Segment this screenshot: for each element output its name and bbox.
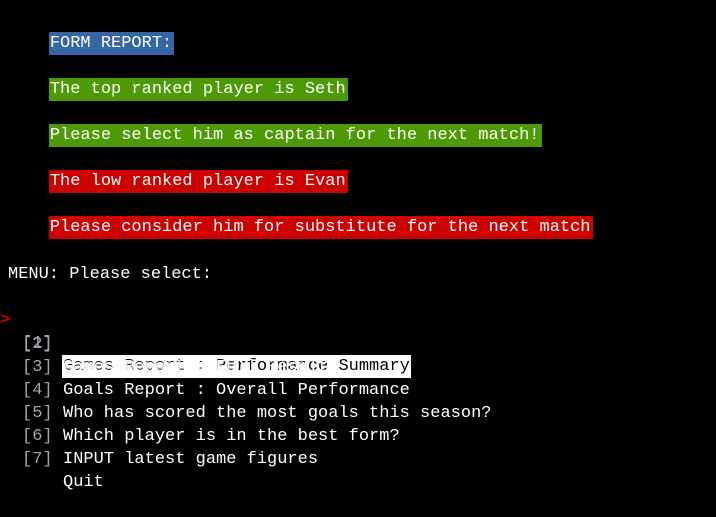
menu-item-quit[interactable]: [7] Quit (0, 425, 104, 492)
menu-item-performance-summary[interactable]: > [1] Games Report : Performance Summary (0, 286, 411, 378)
menu-item-number: [7] (22, 450, 53, 469)
menu-item-label: Quit (63, 473, 104, 492)
low-player-advice: Please consider him for substitute for t… (48, 216, 593, 239)
menu-item-label: Games Report : Full Results (63, 358, 339, 377)
top-player-message: The top ranked player is Seth (48, 78, 348, 101)
menu-item-label: Goals Report : Overall Performance (63, 381, 410, 400)
menu-prompt: MENU: Please select: (8, 265, 213, 284)
low-advice-line: Please consider him for substitute for t… (8, 193, 593, 239)
menu-item-label: Who has scored the most goals this seaso… (63, 404, 492, 423)
menu-item-label: Which player is in the best form? (63, 427, 400, 446)
menu-item-full-results[interactable]: [2] Games Report : Full Results (0, 310, 338, 377)
low-player-message: The low ranked player is Evan (48, 170, 348, 193)
menu-item-label: INPUT latest game figures (63, 450, 319, 469)
form-report-header: FORM REPORT: (48, 32, 175, 55)
menu-item-best-form[interactable]: [5] Which player is in the best form? (0, 379, 400, 446)
low-player-line: The low ranked player is Evan (8, 147, 348, 193)
top-player-line: The top ranked player is Seth (8, 55, 348, 101)
menu-item-most-goals[interactable]: [4] Who has scored the most goals this s… (0, 356, 491, 423)
top-advice-line: Please select him as captain for the nex… (8, 101, 542, 147)
menu-item-input-figures[interactable]: [6] INPUT latest game figures (0, 402, 318, 469)
menu-item-overall-performance[interactable]: [3] Goals Report : Overall Performance (0, 333, 410, 400)
top-player-advice: Please select him as captain for the nex… (48, 124, 542, 147)
form-report-header-line: FORM REPORT: (8, 9, 175, 55)
